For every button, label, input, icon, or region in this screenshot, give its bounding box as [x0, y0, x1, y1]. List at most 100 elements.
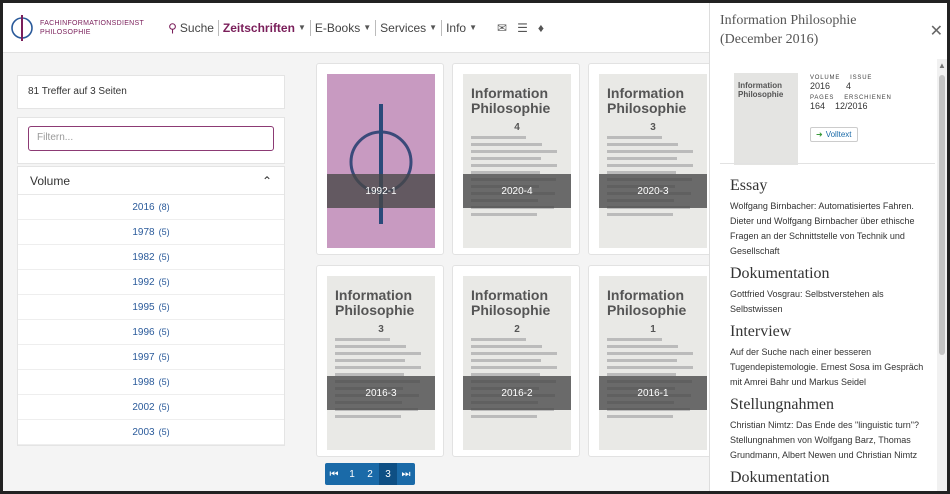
page-1-button[interactable]: 1 — [343, 463, 361, 485]
issue-label: 1992-1 — [327, 174, 435, 208]
issue-label: 2016-3 — [327, 376, 435, 410]
pagination: ⏮ 1 2 3 ⏭ — [325, 463, 415, 485]
page: FACHINFORMATIONSDIENST PHILOSOPHIE ⚲ Suc… — [3, 3, 947, 491]
volume-year: 1982 — [132, 251, 155, 263]
volume-count: (5) — [158, 377, 170, 387]
volume-count: (5) — [158, 302, 170, 312]
article-link[interactable]: Gottfried Vosgrau: Selbstverstehen als S… — [730, 287, 930, 317]
volume-item[interactable]: 1978 (5) — [18, 220, 284, 245]
volume-item[interactable]: 1982 (5) — [18, 245, 284, 270]
volume-count: (5) — [158, 227, 170, 237]
issue-meta: VOLUME ISSUE 2016 4 PAGES ERSCHIENEN 164 12/… — [810, 75, 892, 111]
issue-label: 2016-1 — [599, 376, 707, 410]
hits-count: 81 Treffer auf 3 Seiten — [17, 75, 285, 109]
page-3-button[interactable]: 3 — [379, 463, 397, 485]
page-2-button[interactable]: 2 — [361, 463, 379, 485]
logo[interactable]: FACHINFORMATIONSDIENST PHILOSOPHIE — [9, 14, 144, 42]
volume-year: 1998 — [132, 376, 155, 388]
nav-services[interactable]: Services ▼ — [376, 21, 441, 35]
volume-year: 2003 — [132, 426, 155, 438]
volume-item[interactable]: 2002 (5) — [18, 395, 284, 420]
issue-cover: Information Philosophie 4 2020-4 — [463, 74, 571, 248]
issue-cover: Information Philosophie 3 2020-3 — [599, 74, 707, 248]
login-icon: ➜ — [816, 130, 823, 139]
section-heading: Dokumentation — [730, 265, 830, 282]
search-icon: ⚲ — [168, 20, 177, 35]
section-heading: Stellungnahmen — [730, 396, 834, 413]
volume-item[interactable]: 1996 (5) — [18, 320, 284, 345]
phi-logo-icon — [9, 14, 35, 42]
issue-label: 2020-4 — [463, 174, 571, 208]
chevron-down-icon: ▼ — [297, 23, 306, 32]
phi-cover-icon — [349, 104, 413, 224]
section-heading: Dokumentation — [730, 469, 830, 486]
volltext-button[interactable]: ➜ Volltext — [810, 127, 858, 142]
article-link[interactable]: Auf der Suche nach einer besseren Tugend… — [730, 345, 930, 390]
scroll-up-icon[interactable]: ▲ — [938, 61, 946, 70]
volume-count: (8) — [158, 202, 170, 212]
section-heading: Essay — [730, 177, 768, 194]
issue-tile[interactable]: Information Philosophie 3 2016-3 — [316, 265, 444, 457]
twitter-icon[interactable]: ♦ — [538, 21, 544, 35]
chevron-down-icon: ▼ — [469, 23, 478, 32]
volume-year: 1978 — [132, 226, 155, 238]
issue-cover: Information Philosophie 1 2016-1 — [599, 276, 707, 450]
volume-item[interactable]: 2016 (8) — [18, 195, 284, 220]
panel-title: Information Philosophie (December 2016) — [720, 13, 857, 47]
volume-count: (5) — [158, 427, 170, 437]
nav-ebooks[interactable]: E-Books ▼ — [311, 21, 375, 35]
volume-year: 1992 — [132, 276, 155, 288]
logo-line2: PHILOSOPHIE — [40, 28, 91, 36]
nav-suche[interactable]: ⚲ Suche — [164, 21, 218, 35]
volume-count: (5) — [158, 327, 170, 337]
volume-item[interactable]: 1997 (5) — [18, 345, 284, 370]
volume-count: (5) — [158, 252, 170, 262]
volume-year: 2016 — [132, 201, 155, 213]
article-link[interactable]: Wolfgang Birnbacher: Automatisiertes Fah… — [730, 199, 930, 259]
nav-zeitschriften[interactable]: Zeitschriften ▼ — [219, 21, 310, 35]
volume-count: (5) — [158, 402, 170, 412]
issue-tile[interactable]: Information Philosophie 1 2016-1 — [588, 265, 716, 457]
issue-cover: 1992-1 — [327, 74, 435, 248]
issue-grid: 1992-1 Information Philosophie 4 2020-4 Info… — [316, 63, 716, 457]
issue-tile[interactable]: 1992-1 — [316, 63, 444, 255]
volume-item[interactable]: 1995 (5) — [18, 295, 284, 320]
issue-cover: Information Philosophie 2 2016-2 — [463, 276, 571, 450]
table-of-contents: Essay Wolfgang Birnbacher: Automatisierte… — [730, 173, 930, 487]
issue-label: 2016-2 — [463, 376, 571, 410]
volume-count: (5) — [158, 352, 170, 362]
first-page-button[interactable]: ⏮ — [325, 463, 343, 485]
chevron-down-icon: ▼ — [363, 23, 372, 32]
volume-count: (5) — [158, 277, 170, 287]
chevron-up-icon: ⌃ — [261, 173, 272, 188]
issue-detail-panel: Information Philosophie (December 2016) … — [709, 3, 947, 491]
article-link[interactable]: Christian Nimtz: Das Ende des "linguisti… — [730, 418, 930, 463]
nav-info[interactable]: Info ▼ — [442, 21, 481, 35]
sidebar: 81 Treffer auf 3 Seiten Filtern... Volum… — [17, 75, 285, 446]
rss-icon[interactable]: ☰ — [517, 21, 528, 35]
volume-year: 1995 — [132, 301, 155, 313]
issue-label: 2020-3 — [599, 174, 707, 208]
close-icon[interactable]: ✕ — [930, 21, 943, 41]
filter-card: Filtern... — [17, 117, 285, 164]
filter-input[interactable]: Filtern... — [28, 126, 274, 151]
volume-item[interactable]: 2003 (5) — [18, 420, 284, 445]
main-nav: ⚲ Suche Zeitschriften ▼ E-Books ▼ Services… — [164, 19, 544, 36]
issue-cover: Information Philosophie — [734, 73, 798, 165]
volume-year: 1997 — [132, 351, 155, 363]
issue-tile[interactable]: Information Philosophie 2 2016-2 — [452, 265, 580, 457]
last-page-button[interactable]: ⏭ — [397, 463, 415, 485]
scrollbar-thumb[interactable] — [939, 75, 945, 355]
issue-tile[interactable]: Information Philosophie 4 2020-4 — [452, 63, 580, 255]
issue-cover: Information Philosophie 3 2016-3 — [327, 276, 435, 450]
issue-tile[interactable]: Information Philosophie 3 2020-3 — [588, 63, 716, 255]
mail-icon[interactable]: ✉ — [497, 21, 507, 35]
volume-header[interactable]: Volume ⌃ — [18, 167, 284, 195]
volume-item[interactable]: 1992 (5) — [18, 270, 284, 295]
volume-item[interactable]: 1998 (5) — [18, 370, 284, 395]
top-navigation: FACHINFORMATIONSDIENST PHILOSOPHIE ⚲ Suc… — [3, 3, 709, 53]
volume-year: 1996 — [132, 326, 155, 338]
chevron-down-icon: ▼ — [429, 23, 438, 32]
scrollbar[interactable]: ▲ — [937, 59, 947, 491]
volume-year: 2002 — [132, 401, 155, 413]
